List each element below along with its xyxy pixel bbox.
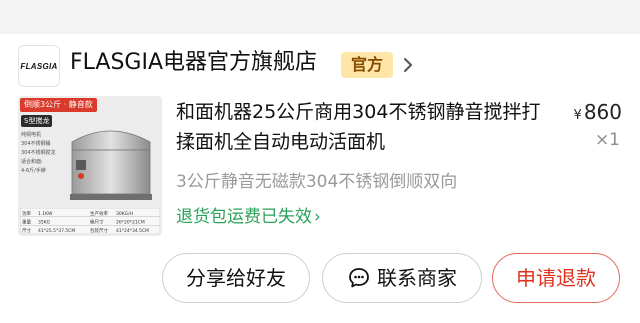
spec-cell: 26*20*21CM [116, 220, 145, 226]
spec-cell: 包装尺寸 [90, 227, 108, 234]
image-spec-table: 功率 1.1KW 生产效率 30KG/H 重量 35KG 桶尺寸 26*20*2… [20, 208, 160, 234]
product-image[interactable]: 倒顺3公斤 · 静音款 S型搅龙 纯铜电机 304不锈钢桶 304不锈钢搅龙 适… [18, 96, 162, 236]
contact-seller-label: 联系商家 [377, 266, 457, 290]
image-spec-item: 纯铜电机 [21, 132, 42, 138]
image-spec-item: 304不锈钢桶 [21, 141, 51, 147]
top-spacer [0, 0, 640, 34]
image-spec-item: 适合和面: [21, 159, 43, 165]
product-quantity: ×1 [594, 130, 620, 150]
contact-seller-button[interactable]: 联系商家 [322, 253, 482, 303]
image-model-tag: S型搅龙 [21, 115, 53, 127]
return-policy-link[interactable]: 退货包运费已失效 › [176, 204, 321, 230]
spec-cell: 桶尺寸 [90, 219, 104, 226]
spec-cell: 重量 [22, 219, 31, 226]
spec-cell: 41*24*34.5CM [116, 228, 149, 234]
spec-cell: 30KG/H [116, 211, 133, 217]
share-button[interactable]: 分享给好友 [162, 253, 310, 303]
return-policy-label: 退货包运费已失效 [176, 207, 312, 227]
product-title[interactable]: 和面机器25公斤商用304不锈钢静音搅拌打揉面机全自动电动活面机 [176, 97, 546, 157]
image-spec-list: 纯铜电机 304不锈钢桶 304不锈钢搅龙 适合和面: 4-6斤/手擀 [21, 131, 61, 176]
chat-icon [349, 267, 369, 287]
image-tag: 倒顺3公斤 · 静音款 [20, 98, 97, 112]
spec-cell: 35KG [38, 220, 51, 226]
image-spec-item: 4-6斤/手擀 [21, 168, 46, 174]
spec-cell: 41*25.5*37.5CM [38, 228, 75, 234]
spec-cell: 生产效率 [90, 210, 108, 217]
product-variant: 3公斤静音无磁款304不锈钢倒顺双向 [176, 172, 458, 192]
price-currency: ¥ [573, 108, 582, 123]
image-spec-item: 304不锈钢搅龙 [21, 150, 56, 156]
spec-cell: 尺寸 [22, 227, 31, 234]
spec-cell: 功率 [22, 210, 31, 217]
dough-mixer-illustration [70, 130, 152, 200]
store-logo[interactable]: FLASGIA [18, 45, 60, 87]
chevron-right-icon[interactable] [400, 56, 416, 74]
chevron-right-icon: › [314, 207, 321, 227]
price-value: 860 [583, 100, 622, 124]
product-price: ¥860 [562, 98, 622, 130]
request-refund-button[interactable]: 申请退款 [492, 253, 620, 303]
store-name[interactable]: FLASGIA电器官方旗舰店 [70, 49, 317, 77]
official-badge: 官方 [341, 52, 393, 78]
spec-cell: 1.1KW [38, 211, 53, 217]
